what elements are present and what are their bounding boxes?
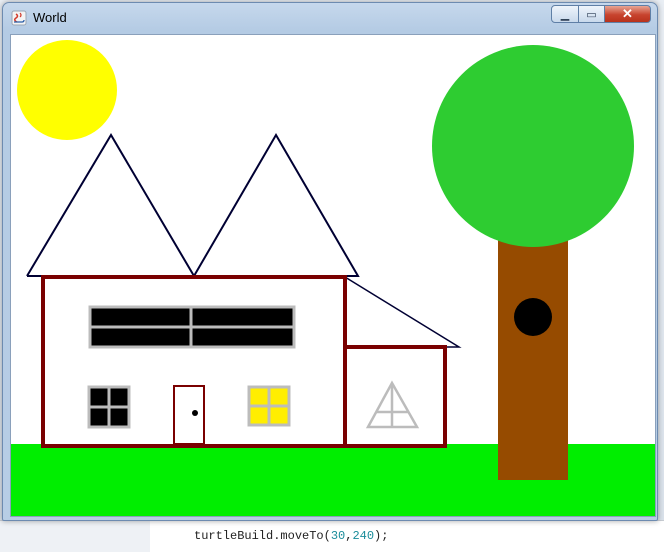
title-bar[interactable]: World ▁ ▭ ✕ (3, 3, 657, 31)
sun-icon (17, 40, 117, 140)
minimize-icon: ▁ (560, 8, 570, 21)
close-button[interactable]: ✕ (605, 5, 651, 23)
code-call: turtleBuild.moveTo( (194, 529, 331, 543)
editor-gutter (0, 520, 150, 552)
code-line: turtleBuild.moveTo(30,240); (194, 529, 388, 543)
world-canvas[interactable] (10, 34, 656, 517)
door-knob (192, 410, 198, 416)
roof-garage (344, 276, 462, 348)
window-title: World (33, 10, 67, 25)
code-arg-x: 30 (330, 529, 346, 543)
code-end: ); (374, 529, 389, 543)
maximize-button[interactable]: ▭ (579, 5, 605, 23)
minimize-button[interactable]: ▁ (551, 5, 579, 23)
close-icon: ✕ (622, 6, 633, 21)
roof-triangle-right (193, 133, 360, 277)
tree-knothole (514, 298, 552, 336)
roof-triangle-left (26, 133, 196, 277)
front-door (173, 385, 205, 445)
tree-foliage (432, 45, 634, 247)
java-icon (11, 10, 27, 26)
editor-code-area[interactable]: turtleBuild.moveTo(30,240); (150, 520, 664, 552)
maximize-icon: ▭ (586, 8, 597, 21)
scene-drawing (11, 40, 655, 516)
code-arg-y: 240 (352, 529, 375, 543)
tree-trunk (498, 230, 568, 480)
world-window: World ▁ ▭ ✕ (2, 2, 658, 521)
house-annex (343, 345, 447, 448)
